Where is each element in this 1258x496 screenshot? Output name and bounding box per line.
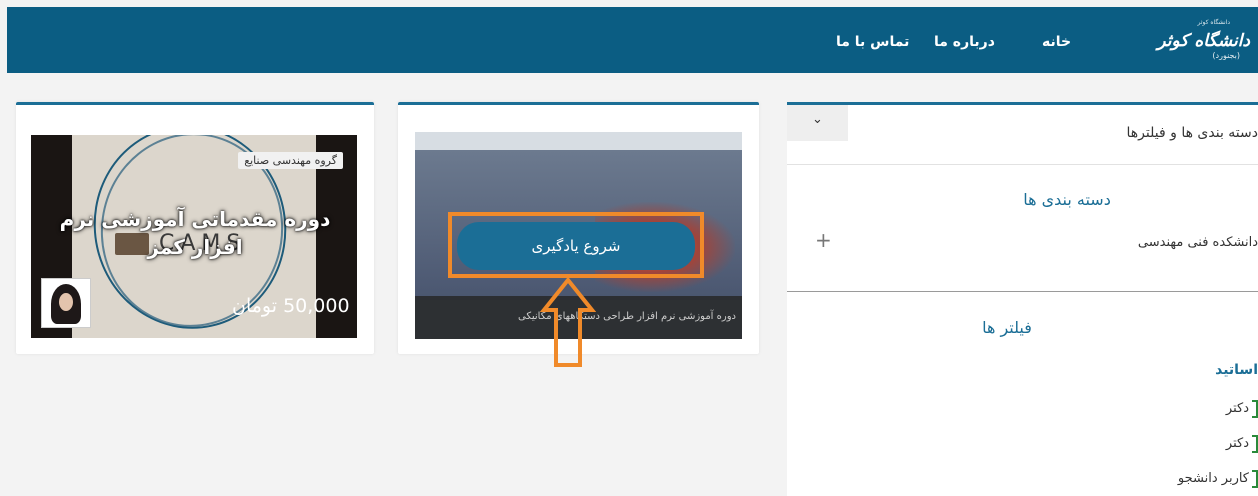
plus-icon[interactable]: + — [815, 228, 832, 252]
course-thumbnail[interactable]: CAMS گروه مهندسی صنایع دوره مقدماتی آموز… — [31, 135, 357, 338]
instructor-avatar — [41, 278, 91, 328]
course-title-line-2: افزار کمز — [147, 235, 243, 259]
filter-option-label: دکتر — [1225, 401, 1249, 416]
university-logo[interactable]: دانشگاه کوثر دانشگاه کوثر (بجنورد) — [1138, 17, 1250, 65]
filter-group-label: اساتید — [1215, 362, 1258, 378]
filter-sidebar: ⌄ دسته بندی ها و فیلترها دسته بندی ها دا… — [787, 102, 1258, 496]
nav-about-link[interactable]: درباره ما — [934, 34, 995, 50]
highlight-arrow-icon — [540, 278, 596, 367]
software-toolbar-image — [415, 132, 742, 150]
divider — [787, 291, 1258, 292]
top-navbar: دانشگاه کوثر دانشگاه کوثر (بجنورد) خانه … — [7, 7, 1258, 73]
nav-contact-link[interactable]: تماس با ما — [836, 34, 909, 50]
filters-title: فیلتر ها — [982, 318, 1032, 337]
logo-small-text: دانشگاه کوثر — [1197, 19, 1231, 26]
filter-option-label: دکتر — [1225, 436, 1249, 451]
filter-checkbox[interactable] — [1252, 434, 1258, 453]
category-item-engineering[interactable]: دانشکده فنی مهندسی — [1138, 235, 1258, 250]
collapse-toggle-button[interactable]: ⌄ — [787, 105, 848, 141]
categories-title: دسته بندی ها — [1023, 190, 1111, 209]
logo-subtext: (بجنورد) — [1212, 51, 1240, 60]
department-tag: گروه مهندسی صنایع — [238, 152, 343, 169]
logo-text: دانشگاه کوثر — [1157, 31, 1250, 51]
course-title-line-1: دوره مقدماتی آموزشی نرم — [59, 207, 331, 231]
filter-option[interactable]: دکتر — [1226, 433, 1258, 455]
sidebar-heading: دسته بندی ها و فیلترها — [1126, 125, 1258, 141]
filter-checkbox[interactable] — [1252, 399, 1258, 418]
filter-checkbox[interactable] — [1252, 469, 1258, 488]
filter-option-label: کاربر دانشجو — [1177, 471, 1249, 486]
nav-home-link[interactable]: خانه — [1042, 34, 1071, 50]
chevron-down-icon: ⌄ — [812, 112, 823, 127]
filter-option[interactable]: کاربر دانشجو — [1178, 468, 1258, 490]
filter-option[interactable]: دکتر — [1226, 398, 1258, 420]
divider — [787, 164, 1258, 165]
course-price: 50,000 تومان — [232, 295, 350, 317]
highlight-box — [448, 212, 704, 278]
